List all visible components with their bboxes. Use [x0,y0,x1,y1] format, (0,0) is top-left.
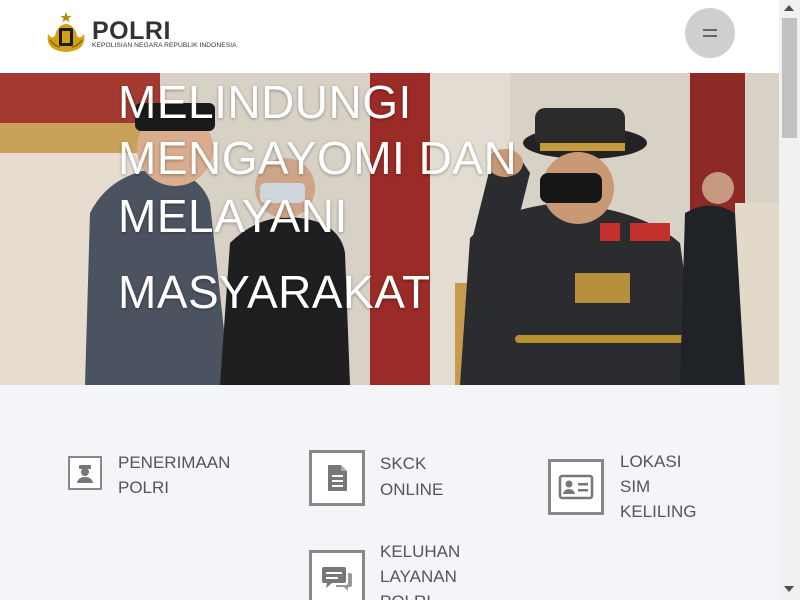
hamburger-menu-icon [703,28,717,38]
menu-button[interactable] [685,8,735,58]
service-keluhan-layanan-polri[interactable]: KELUHAN LAYANAN POLRI [309,539,489,600]
service-label-line: PENERIMAAN [118,453,231,472]
service-label-line: KELILING [620,502,697,521]
hero-heading-line-4: MASYARAKAT [118,266,431,318]
document-icon [309,450,365,506]
hero-heading-line-1: MELINDUNGI [118,76,412,128]
service-label-line: SKCK [380,454,427,473]
brand-subtitle: KEPOLISIAN NEGARA REPUBLIK INDONESIA [92,42,237,49]
scroll-up-arrow-icon[interactable] [784,5,794,11]
service-lokasi-sim-keliling[interactable]: LOKASI SIM KELILING [548,449,728,529]
services-section: PENERIMAAN POLRI SKCK ONLINE LOKASI SIM … [0,385,779,600]
police-officer-icon [68,456,102,490]
service-label-line: ONLINE [380,480,444,499]
service-label-line: LAYANAN [380,567,457,586]
service-label-line: POLRI [118,478,170,497]
page: POLRI KEPOLISIAN NEGARA REPUBLIK INDONES… [0,0,779,600]
vertical-scrollbar[interactable] [779,0,800,600]
site-header: POLRI KEPOLISIAN NEGARA REPUBLIK INDONES… [0,0,779,73]
service-label-line: LOKASI [620,452,682,471]
scrollbar-thumb[interactable] [782,18,797,138]
hero-heading-line-2: MENGAYOMI DAN [118,132,518,184]
id-card-icon [548,459,604,515]
service-skck-online[interactable]: SKCK ONLINE [309,449,489,509]
scroll-down-arrow-icon[interactable] [784,586,794,592]
service-label-line: KELUHAN [380,542,461,561]
polri-emblem-icon[interactable] [44,12,88,54]
service-label-line: POLRI [380,589,431,600]
service-label-line: SIM [620,477,651,496]
hero-banner: MELINDUNGI MENGAYOMI DAN MELAYANI MASYAR… [0,73,779,385]
service-penerimaan-polri[interactable]: PENERIMAAN POLRI [68,453,248,513]
hero-heading-line-3: MELAYANI [118,190,348,242]
chat-bubbles-icon [309,550,365,600]
